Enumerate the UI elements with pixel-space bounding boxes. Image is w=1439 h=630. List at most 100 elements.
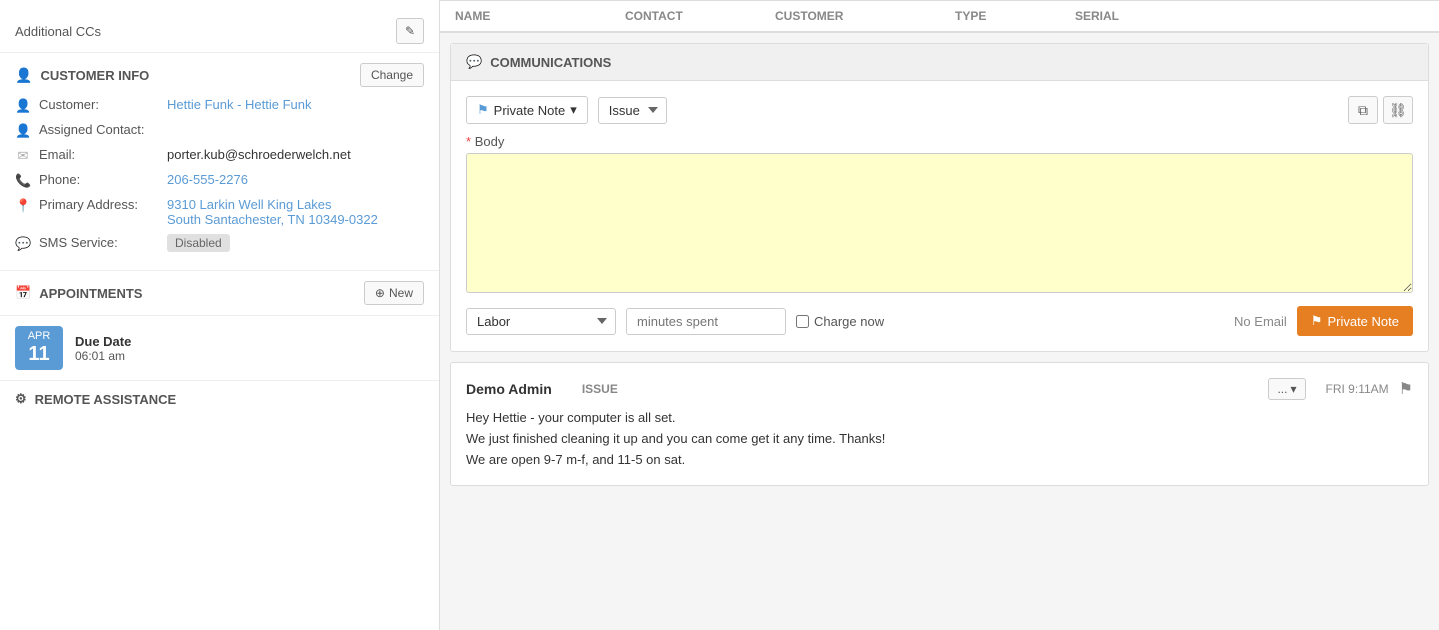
sms-icon: 💬 bbox=[15, 236, 31, 252]
appointments-section: 📅 APPOINTMENTS ⊕ APPOINTMENTS New APR 11… bbox=[0, 271, 439, 381]
appointment-date-box: APR 11 bbox=[15, 326, 63, 370]
address-label: Primary Address: bbox=[39, 197, 159, 212]
contact-icon: 👤 bbox=[15, 123, 31, 139]
sms-label: SMS Service: bbox=[39, 235, 159, 250]
private-note-dropdown-button[interactable]: ⚑ Private Note ▾ bbox=[466, 96, 588, 124]
email-row: ✉ Email: porter.kub@schroederwelch.net bbox=[15, 147, 424, 164]
edit-icon: ✎ bbox=[405, 24, 415, 38]
address-link[interactable]: 9310 Larkin Well King Lakes South Santac… bbox=[167, 197, 378, 227]
body-label: * Body bbox=[466, 134, 1413, 149]
comm-chat-icon: 💬 bbox=[466, 54, 482, 70]
charge-now-wrapper: Charge now bbox=[796, 314, 884, 329]
customer-value: Hettie Funk - Hettie Funk bbox=[167, 97, 312, 112]
private-note-btn-label: Private Note bbox=[494, 103, 566, 118]
col-type-header: TYPE bbox=[955, 1, 1055, 31]
link-icon: ⛓ bbox=[1389, 102, 1407, 119]
sms-disabled-badge: Disabled bbox=[167, 234, 230, 252]
appointment-item: APR 11 Due Date 06:01 am bbox=[0, 316, 439, 381]
copy-icon: ⧉ bbox=[1358, 102, 1368, 119]
communications-body: ⚑ Private Note ▾ Issue ⧉ ⛓ bbox=[451, 81, 1428, 351]
address-row: 📍 Primary Address: 9310 Larkin Well King… bbox=[15, 197, 424, 227]
col-customer-header: CUSTOMER bbox=[775, 1, 935, 31]
minutes-input[interactable] bbox=[626, 308, 786, 335]
customer-link[interactable]: Hettie Funk - Hettie Funk bbox=[167, 97, 312, 112]
email-label: Email: bbox=[39, 147, 159, 162]
communication-thread: Demo Admin ISSUE ... ▾ FRI 9:11AM ⚑ Hey … bbox=[450, 362, 1429, 486]
sms-value: Disabled bbox=[167, 235, 230, 250]
sms-row: 💬 SMS Service: Disabled bbox=[15, 235, 424, 252]
thread-body: Hey Hettie - your computer is all set. W… bbox=[466, 408, 1413, 470]
appointments-title: 📅 APPOINTMENTS bbox=[15, 285, 142, 301]
charge-now-checkbox[interactable] bbox=[796, 315, 809, 328]
appointment-time: 06:01 am bbox=[75, 349, 131, 363]
dropdown-arrow-icon: ▾ bbox=[570, 102, 577, 118]
customer-label: Customer: bbox=[39, 97, 159, 112]
thread-type-badge: ISSUE bbox=[582, 382, 618, 396]
link-button[interactable]: ⛓ bbox=[1383, 96, 1413, 124]
no-email-label: No Email bbox=[1234, 314, 1287, 329]
required-star: * bbox=[466, 134, 471, 149]
gear-icon: ⚙ bbox=[15, 391, 27, 407]
appointment-details: Due Date 06:01 am bbox=[75, 334, 131, 363]
appointment-due-label: Due Date bbox=[75, 334, 131, 349]
table-header-bar: NAME CONTACT CUSTOMER TYPE SERIAL bbox=[440, 0, 1439, 33]
thread-actions-button[interactable]: ... ▾ bbox=[1268, 378, 1305, 400]
comm-controls-row: ⚑ Private Note ▾ Issue ⧉ ⛓ bbox=[466, 96, 1413, 124]
person-small-icon: 👤 bbox=[15, 98, 31, 114]
remote-assistance-title: ⚙ REMOTE ASSISTANCE bbox=[15, 391, 424, 407]
phone-link[interactable]: 206-555-2276 bbox=[167, 172, 248, 187]
additional-ccs-edit-button[interactable]: ✎ bbox=[396, 18, 424, 44]
new-appointment-button[interactable]: ⊕ APPOINTMENTS New bbox=[364, 281, 424, 305]
plus-icon: ⊕ bbox=[375, 286, 385, 300]
submit-btn-label: Private Note bbox=[1327, 314, 1399, 329]
phone-value: 206-555-2276 bbox=[167, 172, 248, 187]
body-textarea[interactable] bbox=[466, 153, 1413, 293]
private-note-submit-button[interactable]: ⚑ Private Note bbox=[1297, 306, 1413, 336]
comm-bottom-row: Labor Charge now No Email ⚑ Private Note bbox=[466, 306, 1413, 336]
thread-author: Demo Admin bbox=[466, 381, 552, 397]
flag-icon: ⚑ bbox=[477, 102, 489, 118]
assigned-contact-row: 👤 Assigned Contact: bbox=[15, 122, 424, 139]
thread-timestamp: FRI 9:11AM bbox=[1326, 382, 1389, 396]
body-text-label: Body bbox=[475, 134, 505, 149]
dropdown-chevron-icon: ▾ bbox=[1290, 382, 1296, 396]
main-content: NAME CONTACT CUSTOMER TYPE SERIAL 💬 COMM… bbox=[440, 0, 1439, 630]
communications-header: 💬 COMMUNICATIONS bbox=[451, 44, 1428, 81]
person-icon: 👤 bbox=[15, 67, 32, 84]
additional-ccs-label: Additional CCs bbox=[15, 24, 101, 39]
issue-type-select[interactable]: Issue bbox=[598, 97, 667, 124]
thread-message-2: We just finished cleaning it up and you … bbox=[466, 429, 1413, 450]
customer-info-title: 👤 CUSTOMER INFO bbox=[15, 67, 149, 84]
customer-info-header: 👤 CUSTOMER INFO Change bbox=[15, 63, 424, 87]
col-contact-header: CONTACT bbox=[625, 1, 755, 31]
customer-change-button[interactable]: Change bbox=[360, 63, 424, 87]
additional-ccs-row: Additional CCs ✎ bbox=[0, 10, 439, 53]
customer-row: 👤 Customer: Hettie Funk - Hettie Funk bbox=[15, 97, 424, 114]
address-value: 9310 Larkin Well King Lakes South Santac… bbox=[167, 197, 378, 227]
comm-icon-group: ⧉ ⛓ bbox=[1348, 96, 1413, 124]
phone-icon: 📞 bbox=[15, 173, 31, 189]
communications-panel: 💬 COMMUNICATIONS ⚑ Private Note ▾ Issue … bbox=[450, 43, 1429, 352]
email-icon: ✉ bbox=[15, 148, 31, 164]
thread-item-header: Demo Admin ISSUE ... ▾ FRI 9:11AM ⚑ bbox=[466, 378, 1413, 400]
assigned-contact-label: Assigned Contact: bbox=[39, 122, 159, 137]
submit-flag-icon: ⚑ bbox=[1311, 313, 1323, 329]
copy-button[interactable]: ⧉ bbox=[1348, 96, 1378, 124]
email-value: porter.kub@schroederwelch.net bbox=[167, 147, 351, 162]
thread-message-1: Hey Hettie - your computer is all set. bbox=[466, 408, 1413, 429]
col-serial-header: SERIAL bbox=[1075, 1, 1424, 31]
left-sidebar: Additional CCs ✎ 👤 CUSTOMER INFO Change … bbox=[0, 0, 440, 630]
appointment-day: 11 bbox=[15, 342, 63, 366]
calendar-icon: 📅 bbox=[15, 285, 31, 301]
thread-note-flag-icon: ⚑ bbox=[1399, 379, 1413, 399]
col-name-header: NAME bbox=[455, 1, 605, 31]
communications-title: COMMUNICATIONS bbox=[490, 55, 611, 70]
appointments-header: 📅 APPOINTMENTS ⊕ APPOINTMENTS New bbox=[0, 271, 439, 316]
thread-message-3: We are open 9-7 m-f, and 11-5 on sat. bbox=[466, 450, 1413, 471]
phone-row: 📞 Phone: 206-555-2276 bbox=[15, 172, 424, 189]
location-icon: 📍 bbox=[15, 198, 31, 214]
labor-select[interactable]: Labor bbox=[466, 308, 616, 335]
charge-now-label: Charge now bbox=[814, 314, 884, 329]
ellipsis-icon: ... bbox=[1277, 382, 1287, 396]
appointment-month: APR bbox=[15, 330, 63, 342]
